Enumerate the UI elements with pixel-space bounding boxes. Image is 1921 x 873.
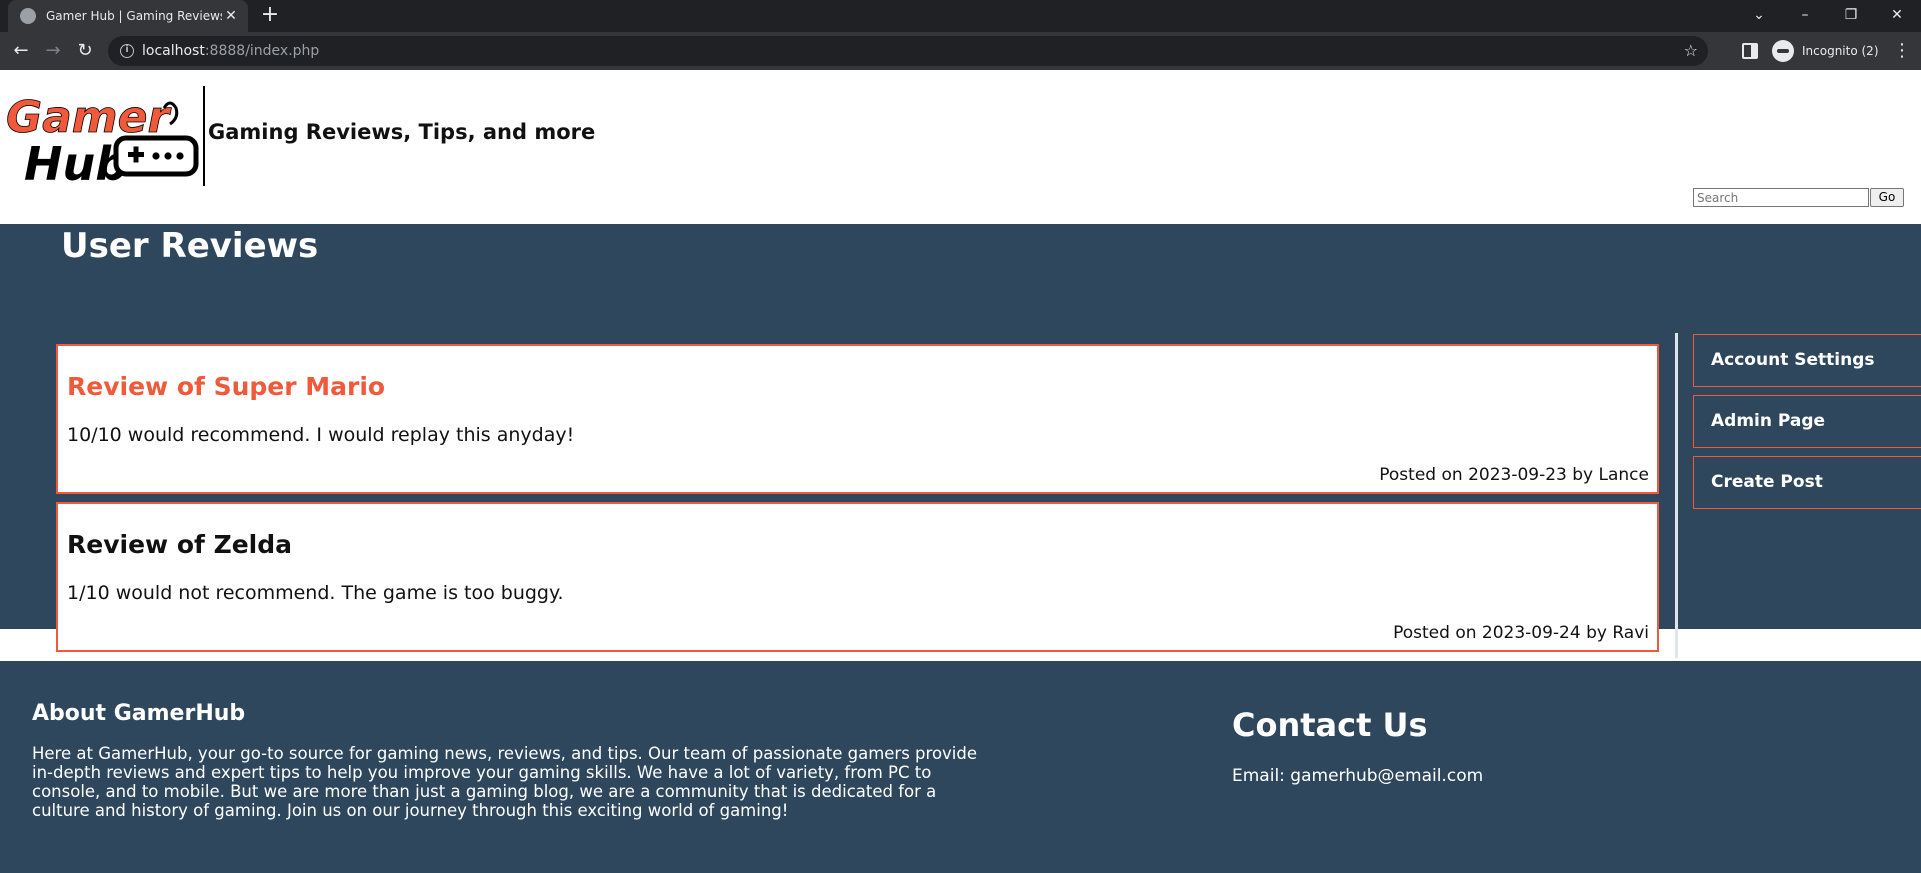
review-body: 10/10 would recommend. I would replay th…	[67, 424, 575, 446]
incognito-profile-button[interactable]: Incognito (2)	[1772, 38, 1879, 64]
reload-icon[interactable]: ↻	[73, 39, 97, 63]
url-text: localhost:8888/index.php	[142, 43, 320, 59]
incognito-label: Incognito (2)	[1802, 44, 1879, 58]
menu-kebab-icon[interactable]: ⋮	[1890, 39, 1914, 63]
close-window-button[interactable]: ✕	[1874, 0, 1920, 32]
contact-title: Contact Us	[1232, 706, 1428, 744]
gamerhub-logo[interactable]: Gamer Hub	[4, 88, 200, 188]
site-tagline: Gaming Reviews, Tips, and more	[208, 120, 596, 144]
main-content: User Reviews Review of Super Mario 10/10…	[0, 224, 1921, 658]
logo-divider	[203, 86, 205, 186]
close-tab-icon[interactable]: ✕	[222, 8, 240, 24]
review-card: Review of Super Mario 10/10 would recomm…	[56, 344, 1659, 494]
address-bar[interactable]: i localhost:8888/index.php ☆	[108, 36, 1708, 66]
side-panel-icon[interactable]	[1742, 43, 1758, 59]
incognito-icon	[1772, 40, 1794, 62]
about-text: Here at GamerHub, your go-to source for …	[32, 744, 978, 820]
browser-tab-bar: Gamer Hub | Gaming Reviews, Tips, and mo…	[0, 0, 1921, 32]
page-title: User Reviews	[61, 226, 319, 266]
back-icon[interactable]: ←	[9, 39, 33, 63]
sidebar-link-account-settings[interactable]: Account Settings	[1693, 334, 1921, 387]
forward-icon[interactable]: →	[41, 39, 65, 63]
bookmark-star-icon[interactable]: ☆	[1684, 41, 1698, 60]
restore-button[interactable]: ❐	[1828, 0, 1874, 32]
review-card: Review of Zelda 1/10 would not recommend…	[56, 502, 1659, 652]
page: Gamer Hub Gaming Reviews, Tips, and more…	[0, 70, 1921, 873]
review-body: 1/10 would not recommend. The game is to…	[67, 582, 564, 604]
minimize-button[interactable]: –	[1782, 0, 1828, 32]
sidebar-link-create-post[interactable]: Create Post	[1693, 456, 1921, 509]
browser-toolbar: ← → ↻ i localhost:8888/index.php ☆ Incog…	[0, 32, 1921, 70]
about-title: About GamerHub	[32, 701, 246, 726]
contact-email[interactable]: Email: gamerhub@email.com	[1232, 766, 1483, 786]
sidebar-link-admin-page[interactable]: Admin Page	[1693, 395, 1921, 448]
review-meta: Posted on 2023-09-24 by Ravi	[1393, 623, 1649, 643]
new-tab-button[interactable]: +	[258, 4, 282, 28]
globe-icon	[20, 8, 36, 24]
svg-text:Hub: Hub	[24, 137, 128, 188]
site-header: Gamer Hub Gaming Reviews, Tips, and more…	[0, 70, 1921, 224]
site-footer: About GamerHub Here at GamerHub, your go…	[0, 661, 1921, 873]
review-title-link[interactable]: Review of Super Mario	[67, 372, 385, 401]
info-icon[interactable]: i	[120, 44, 134, 58]
tab-search-icon[interactable]: ⌄	[1736, 0, 1782, 32]
browser-tab[interactable]: Gamer Hub | Gaming Reviews, Tips, and mo…	[8, 0, 248, 32]
tab-title: Gamer Hub | Gaming Reviews, Tips, and mo…	[46, 9, 222, 23]
svg-text:Gamer: Gamer	[6, 92, 171, 143]
review-title-link[interactable]: Review of Zelda	[67, 530, 292, 559]
search-go-button[interactable]: Go	[1870, 188, 1904, 207]
search-input[interactable]	[1693, 188, 1869, 207]
review-meta: Posted on 2023-09-23 by Lance	[1379, 465, 1649, 485]
sidebar-divider	[1675, 333, 1678, 658]
